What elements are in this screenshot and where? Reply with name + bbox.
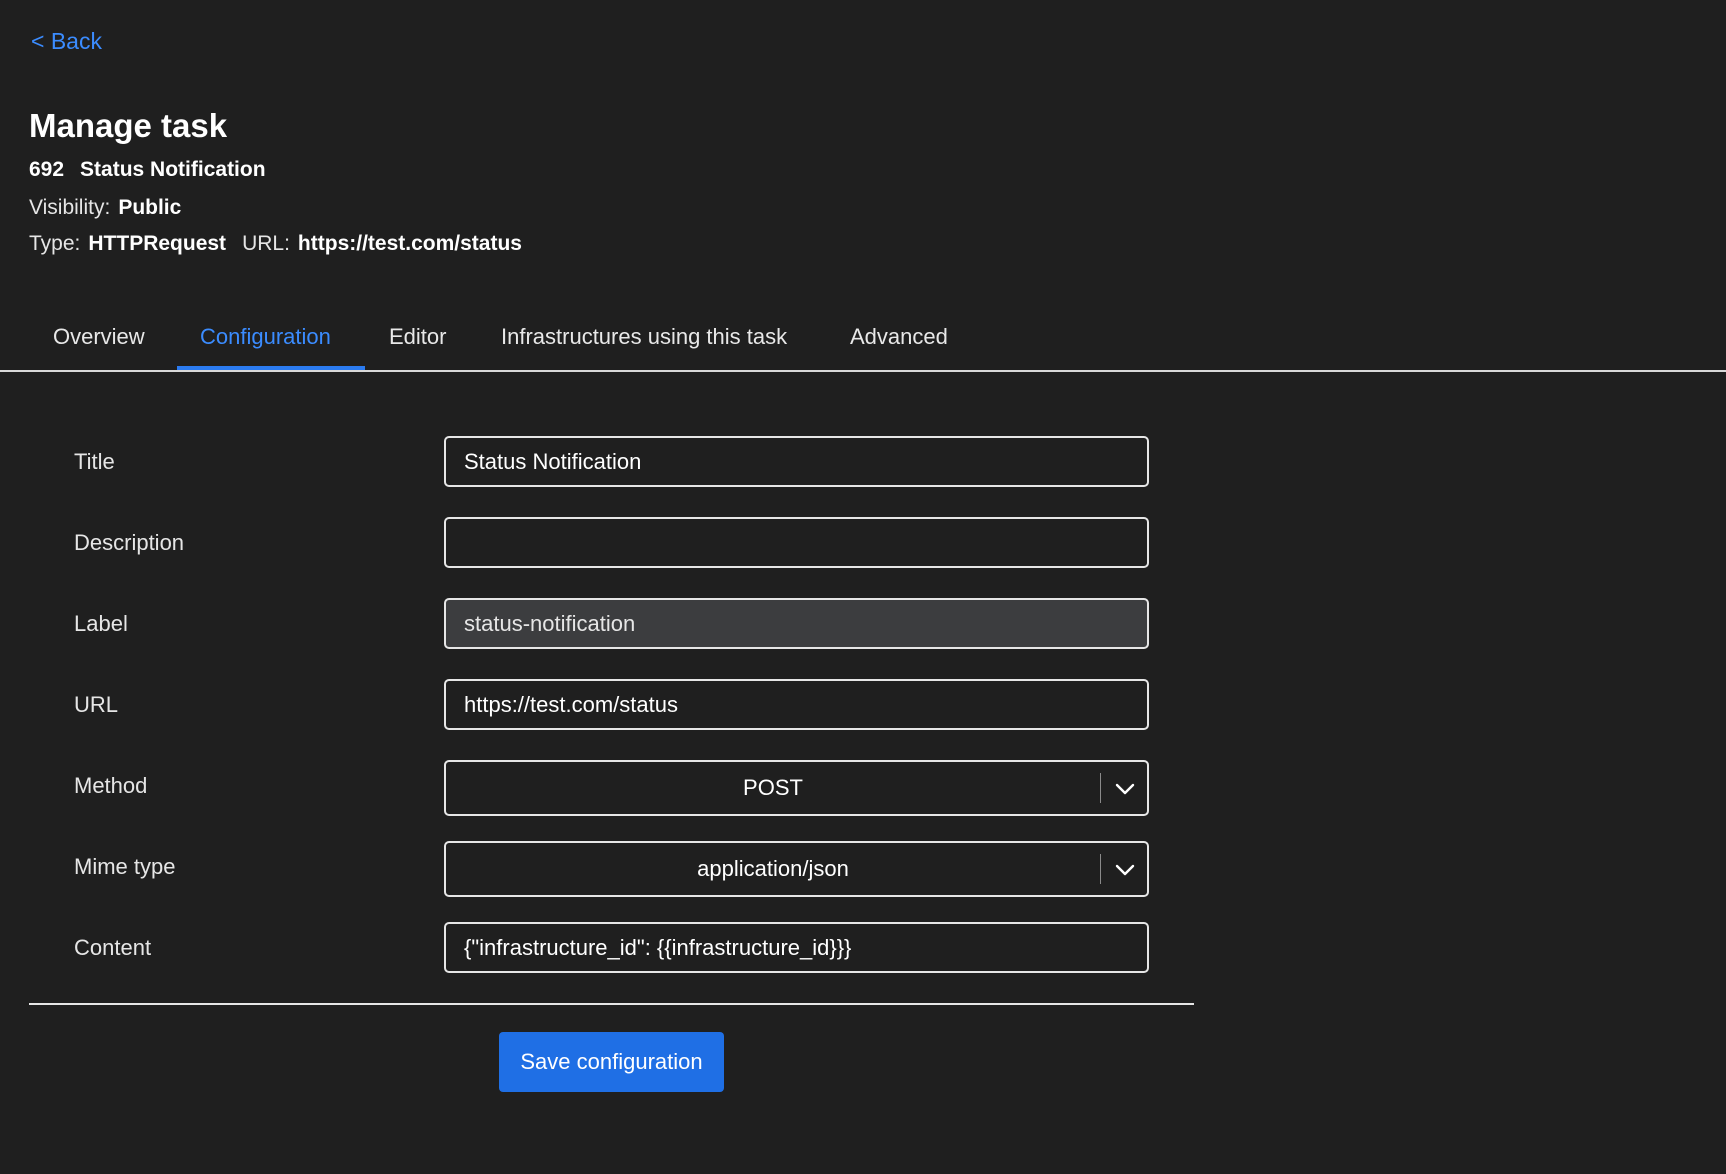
mime-type-label: Mime type (74, 854, 176, 879)
visibility-line: Visibility: Public (29, 196, 181, 220)
title-label: Title (74, 449, 115, 474)
form-row-description: Description (0, 517, 1726, 569)
save-configuration-button[interactable]: Save configuration (499, 1032, 724, 1092)
label-input (444, 598, 1149, 649)
form-divider (29, 1003, 1194, 1005)
select-divider (1100, 773, 1101, 803)
url-field-label: URL (74, 692, 119, 717)
visibility-value: Public (118, 196, 182, 219)
url-label: URL: (242, 232, 290, 255)
type-url-line: Type: HTTPRequest URL: https://test.com/sta… (29, 232, 522, 256)
chevron-down-icon[interactable] (1114, 859, 1136, 881)
chevron-down-icon[interactable] (1114, 778, 1136, 800)
method-select[interactable]: POST (444, 760, 1149, 816)
form-row-url: URL (0, 679, 1726, 731)
tab-configuration[interactable]: Configuration (200, 310, 331, 370)
task-id-line: 692 Status Notification (29, 158, 266, 182)
form-row-title: Title (0, 436, 1726, 488)
type-label: Type: (29, 232, 81, 255)
form-row-mime-type: Mime type application/json (0, 841, 1726, 897)
form-row-label: Label (0, 598, 1726, 650)
label-label: Label (74, 611, 128, 636)
mime-type-select[interactable]: application/json (444, 841, 1149, 897)
page-title: Manage task (29, 107, 228, 144)
tab-overview[interactable]: Overview (53, 310, 145, 370)
tab-bar: Overview Configuration Editor Infrastruc… (0, 310, 1726, 372)
content-input[interactable] (444, 922, 1149, 973)
visibility-label: Visibility: (29, 196, 111, 219)
description-label: Description (74, 530, 185, 555)
mime-type-select-value: application/json (697, 856, 849, 881)
method-select-value: POST (743, 775, 803, 800)
form-row-method: Method POST (0, 760, 1726, 816)
select-divider (1100, 854, 1101, 884)
tab-advanced[interactable]: Advanced (850, 310, 948, 370)
form-row-content: Content (0, 922, 1726, 974)
url-value: https://test.com/status (297, 232, 522, 255)
back-link[interactable]: < Back (31, 28, 102, 55)
task-id: 692 (29, 158, 65, 181)
content-label: Content (74, 935, 152, 960)
url-input[interactable] (444, 679, 1149, 730)
task-name: Status Notification (80, 158, 266, 181)
method-label: Method (74, 773, 148, 798)
tab-infrastructures[interactable]: Infrastructures using this task (501, 310, 787, 370)
tab-editor[interactable]: Editor (389, 310, 446, 370)
active-tab-indicator (177, 366, 365, 370)
type-value: HTTPRequest (88, 232, 227, 255)
description-input[interactable] (444, 517, 1149, 568)
title-input[interactable] (444, 436, 1149, 487)
